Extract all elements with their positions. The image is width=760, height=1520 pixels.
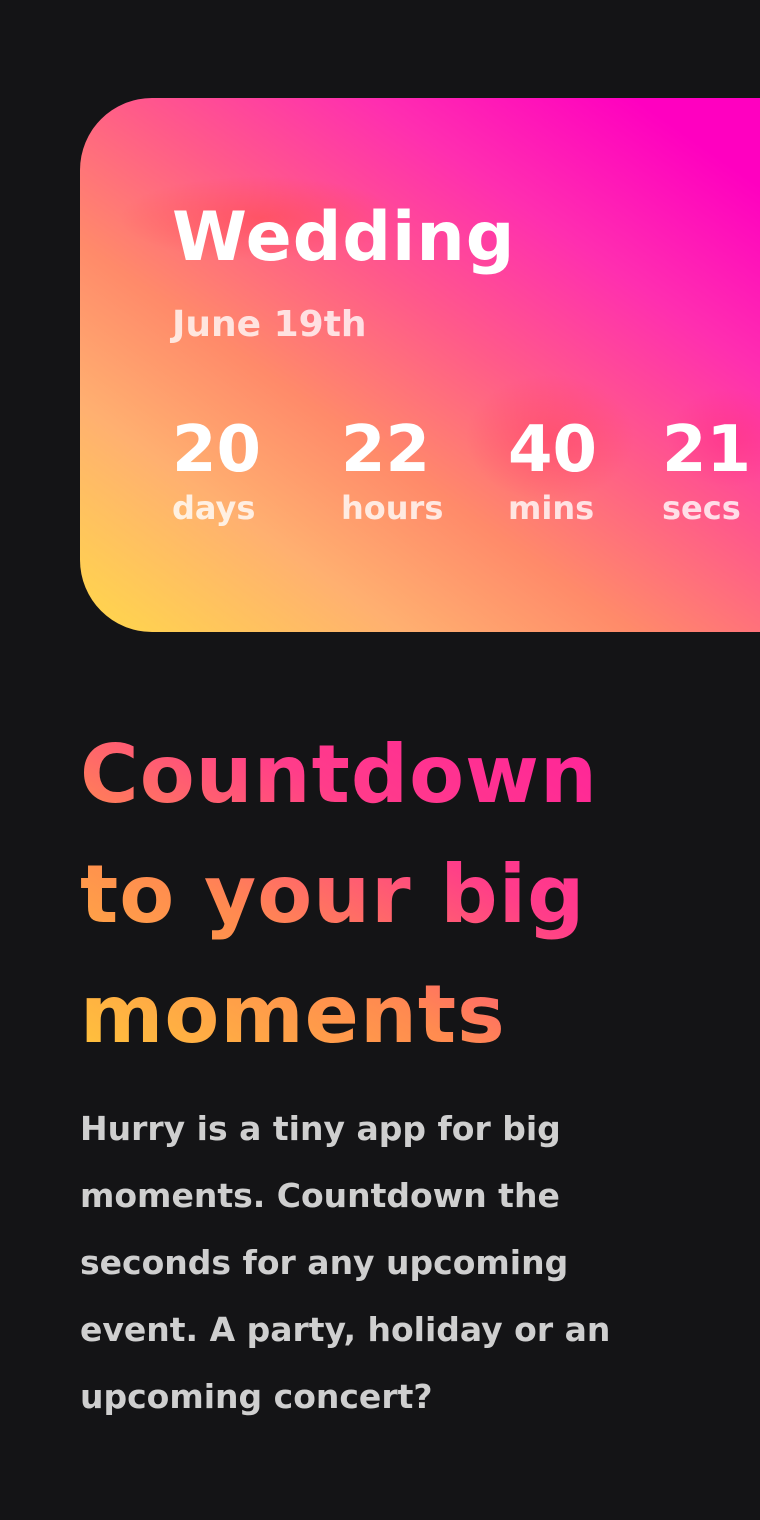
headline: Countdown to your big moments xyxy=(80,715,700,1075)
countdown-secs: 21 secs xyxy=(662,410,751,526)
countdown-mins: 40 mins xyxy=(508,410,597,526)
app-description: Hurry is a tiny app for big moments. Cou… xyxy=(80,1109,611,1416)
countdown-hours: 22 hours xyxy=(341,410,443,526)
secs-value: 21 xyxy=(662,413,752,487)
event-title: Wedding xyxy=(172,198,516,277)
mins-value: 40 xyxy=(508,413,598,487)
secs-label: secs xyxy=(662,489,741,527)
mins-label: mins xyxy=(508,489,595,527)
event-countdown-card[interactable]: Wedding June 19th 20 days 22 hours 40 mi… xyxy=(80,98,760,632)
countdown-days: 20 days xyxy=(172,410,261,526)
hours-value: 22 xyxy=(341,413,431,487)
days-label: days xyxy=(172,489,256,527)
hours-label: hours xyxy=(341,489,444,527)
event-date: June 19th xyxy=(172,304,367,345)
days-value: 20 xyxy=(172,413,262,487)
